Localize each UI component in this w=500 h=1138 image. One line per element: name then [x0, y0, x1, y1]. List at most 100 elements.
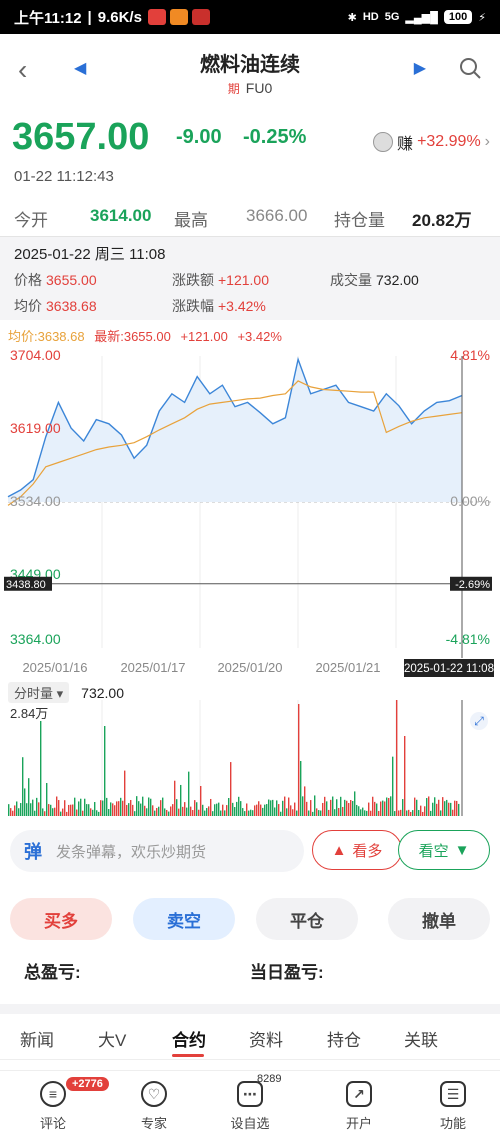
volume-bar — [174, 780, 176, 816]
tooltip-price: 价格 3655.00 — [14, 270, 172, 290]
danmu-row: 弹 发条弹幕，欢乐炒期货 ▲ 看多 看空 ▼ — [0, 828, 500, 874]
bottom-nav: ≡ 评论 +2776 ♡ 专家 ⋯ 设自选 8289 ↗ 开户 ☰ 功能 — [0, 1070, 500, 1138]
tooltip-vol-value: 732.00 — [376, 272, 419, 288]
volume-bar — [20, 803, 22, 816]
expert-icon: ♡ — [141, 1081, 167, 1107]
bearish-button[interactable]: 看空 ▼ — [398, 830, 490, 870]
volume-bar — [334, 809, 336, 816]
volume-bar — [150, 798, 152, 816]
nav-comment-label: 评论 — [39, 1116, 66, 1131]
chevron-right-icon: › — [484, 133, 490, 150]
volume-bar — [358, 806, 360, 816]
crosshair-tooltip: 2025-01-22 周三 11:08 价格 3655.00 涨跌额 +121.00… — [0, 236, 500, 320]
volume-bar — [278, 804, 280, 816]
danmu-input[interactable]: 弹 发条弹幕，欢乐炒期货 — [10, 830, 304, 872]
volume-bar — [426, 798, 428, 816]
tooltip-date: 2025-01-22 周三 11:08 — [14, 246, 166, 263]
y-pct-label: 0.00% — [450, 493, 490, 509]
volume-bar — [114, 805, 116, 816]
volume-bar — [224, 810, 226, 816]
nav-expert[interactable]: ♡ 专家 — [124, 1081, 184, 1132]
volume-bar — [90, 808, 92, 816]
volume-bar — [322, 802, 324, 816]
x-tick-label: 2025/01/17 — [120, 660, 185, 675]
app-notification-icon — [147, 9, 166, 25]
volume-bar — [218, 802, 220, 816]
volume-bar — [372, 796, 374, 816]
cancel-order-button[interactable]: 撤单 — [388, 898, 490, 940]
volume-bar — [368, 802, 370, 816]
close-position-button[interactable]: 平仓 — [256, 898, 358, 940]
high-label: 最高 — [174, 211, 208, 230]
volume-bar — [30, 803, 32, 816]
volume-bar — [202, 804, 204, 816]
volume-bar — [238, 796, 240, 816]
volume-bar — [444, 801, 446, 816]
status-time: 上午11:12 — [14, 9, 82, 27]
nav-menu[interactable]: ☰ 功能 — [423, 1081, 483, 1132]
volume-bar — [168, 811, 170, 816]
search-icon[interactable] — [458, 56, 482, 80]
today-pnl-label: 当日盈亏: — [250, 963, 324, 982]
volume-bar — [38, 802, 40, 816]
volume-bar — [132, 804, 134, 816]
tooltip-vol: 成交量 732.00 — [330, 270, 419, 290]
volume-bar — [172, 804, 174, 816]
volume-bar — [80, 798, 82, 816]
volume-bar — [78, 801, 80, 816]
volume-bar — [458, 803, 460, 816]
info-tabs: 新闻 大V 合约 资料 持仓 关联 — [0, 1014, 500, 1060]
nav-open-account[interactable]: ↗ 开户 — [329, 1081, 389, 1132]
nav-open-account-label: 开户 — [345, 1116, 372, 1131]
intraday-chart[interactable]: 3704.003619.003534.003449.003364.004.81%… — [0, 340, 500, 680]
volume-bar — [432, 802, 434, 816]
volume-bar — [326, 801, 328, 816]
bullish-button[interactable]: ▲ 看多 — [312, 830, 402, 870]
tab-related[interactable]: 关联 — [404, 1026, 438, 1051]
volume-bar — [336, 799, 338, 816]
volume-bar — [338, 808, 340, 816]
tab-info[interactable]: 资料 — [249, 1026, 283, 1051]
x-tick-label: 2025/01/16 — [22, 660, 87, 675]
volume-bar — [424, 806, 426, 816]
next-contract-icon[interactable]: ▶ — [414, 58, 426, 78]
volume-mode-label: 分时量 — [14, 686, 54, 701]
sell-short-button[interactable]: 卖空 — [133, 898, 235, 940]
tooltip-chg-value: +121.00 — [218, 272, 269, 288]
tab-news[interactable]: 新闻 — [20, 1026, 54, 1051]
down-arrow-icon: ▼ — [454, 841, 470, 859]
hd-icon: HD — [362, 11, 379, 23]
volume-bar — [360, 809, 362, 816]
tab-contract[interactable]: 合约 — [172, 1026, 206, 1051]
tooltip-chg-label: 涨跌额 — [172, 272, 214, 288]
tab-positions[interactable]: 持仓 — [327, 1026, 361, 1051]
volume-bar — [348, 803, 350, 816]
volume-bar — [98, 811, 100, 816]
volume-bar — [104, 726, 106, 816]
volume-bar — [94, 802, 96, 816]
volume-value: 732.00 — [81, 684, 124, 701]
bluetooth-icon: ✱ — [347, 11, 357, 24]
volume-bar — [308, 810, 310, 816]
volume-bar — [362, 807, 364, 816]
volume-max-label: 2.84万 — [10, 706, 48, 721]
volume-bar — [144, 805, 146, 816]
nav-menu-label: 功能 — [439, 1116, 466, 1131]
volume-bar — [442, 797, 444, 816]
tab-bigv[interactable]: 大V — [98, 1026, 126, 1051]
volume-bar — [356, 804, 358, 816]
earn-badge[interactable]: 赚 +32.99% › — [373, 130, 490, 154]
volume-bar — [82, 810, 84, 816]
avatar — [373, 132, 394, 152]
status-bar: 上午11:12 | 9.6K/s ✱ HD 5G ▂▄▆█ 100 ⚡ — [0, 0, 500, 34]
volume-bar — [342, 806, 344, 816]
volume-bar — [392, 756, 394, 816]
volume-bar — [352, 801, 354, 816]
earn-label: 赚 — [397, 136, 414, 153]
volume-bar — [74, 797, 76, 816]
volume-bar — [340, 796, 342, 816]
buy-long-button[interactable]: 买多 — [10, 898, 112, 940]
volume-bar — [266, 804, 268, 816]
nav-watchlist[interactable]: ⋯ 设自选 — [220, 1081, 280, 1132]
volume-bar — [178, 808, 180, 816]
